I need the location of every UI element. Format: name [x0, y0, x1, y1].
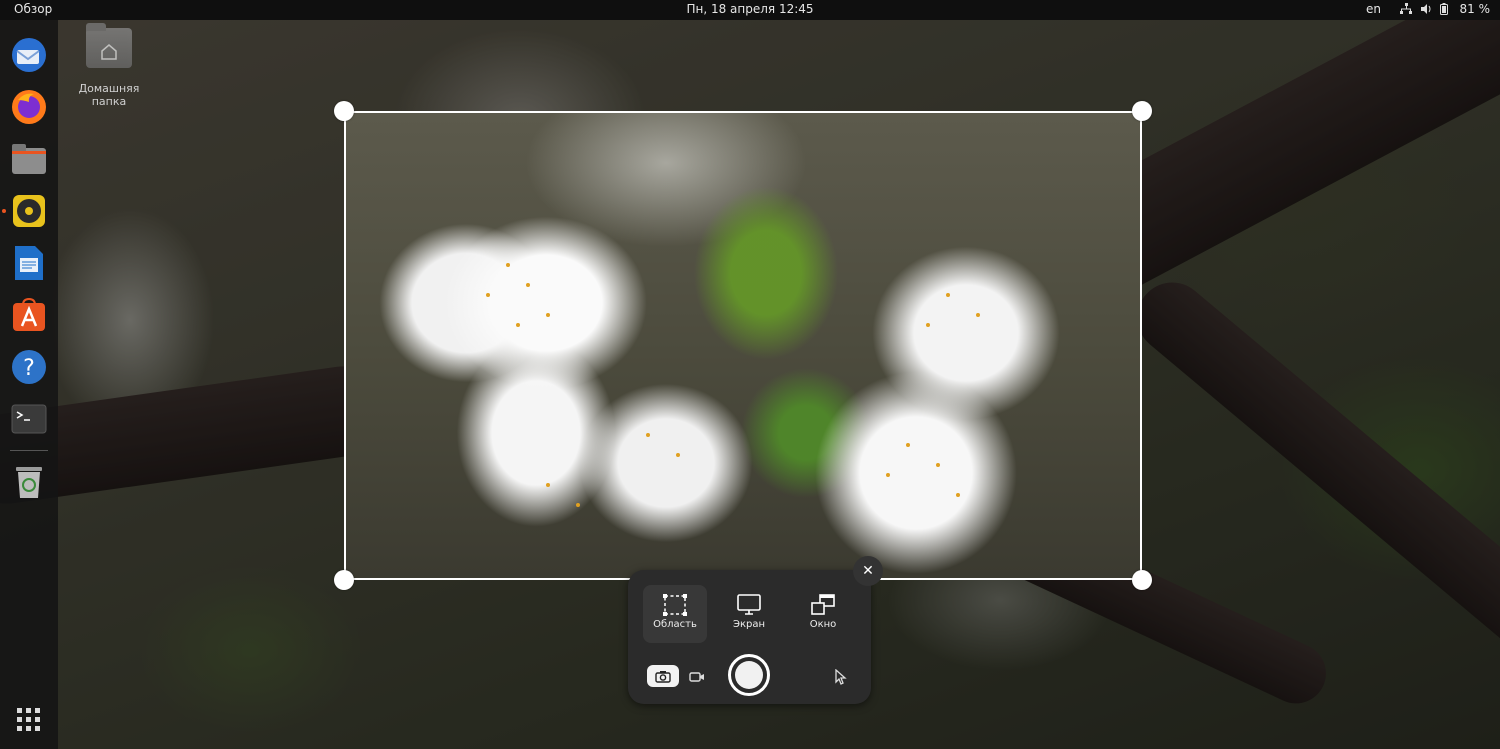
pointer-icon [835, 669, 847, 685]
mode-screen-button[interactable]: Экран [717, 585, 781, 643]
app-grid-icon[interactable] [9, 700, 49, 740]
screencast-toggle[interactable] [681, 665, 713, 687]
window-icon [811, 594, 835, 616]
screenshot-toggle[interactable] [647, 665, 679, 687]
battery-percentage: 81 % [1459, 2, 1491, 16]
selection-area[interactable] [344, 111, 1142, 580]
volume-icon [1420, 3, 1432, 15]
top-bar: Обзор Пн, 18 апреля 12:45 en 81 % [0, 0, 1500, 20]
mode-screen-label: Экран [732, 619, 766, 630]
firefox-icon[interactable] [9, 87, 49, 127]
dock: ? [0, 20, 58, 749]
home-folder-label: Домашняя папка [78, 82, 140, 108]
mode-area-button[interactable]: Область [643, 585, 707, 643]
screenshot-panel: Область Экран Окно [628, 570, 871, 704]
monitor-icon [737, 594, 761, 616]
terminal-icon[interactable] [9, 399, 49, 439]
files-icon[interactable] [9, 139, 49, 179]
selection-handle-bottom-left[interactable] [334, 570, 354, 590]
selection-handle-top-left[interactable] [334, 101, 354, 121]
help-icon[interactable]: ? [9, 347, 49, 387]
mode-area-label: Область [653, 619, 697, 630]
running-indicator [2, 209, 6, 213]
activities-button[interactable]: Обзор [14, 2, 52, 16]
svg-text:?: ? [23, 356, 35, 381]
thunderbird-icon[interactable] [9, 35, 49, 75]
area-select-icon [663, 594, 687, 616]
selection-handle-top-right[interactable] [1132, 101, 1152, 121]
camera-icon [655, 670, 671, 683]
capture-button[interactable] [728, 654, 770, 696]
clock-datetime[interactable]: Пн, 18 апреля 12:45 [686, 2, 813, 16]
desktop-screen: Обзор Пн, 18 апреля 12:45 en 81 % ? Дома… [0, 0, 1500, 749]
rhythmbox-icon[interactable] [9, 191, 49, 231]
dock-separator [10, 450, 48, 451]
software-icon[interactable] [9, 295, 49, 335]
battery-icon [1439, 3, 1452, 15]
home-folder-shortcut[interactable]: Домашняя папка [62, 23, 156, 108]
home-folder-icon [86, 23, 132, 68]
close-icon: ✕ [862, 563, 874, 579]
trash-icon[interactable] [9, 462, 49, 502]
language-indicator[interactable]: en [1366, 2, 1381, 16]
selection-handle-bottom-right[interactable] [1132, 570, 1152, 590]
mode-window-button[interactable]: Окно [791, 585, 855, 643]
video-camera-icon [689, 671, 704, 682]
mode-window-label: Окно [809, 619, 837, 630]
close-button[interactable]: ✕ [853, 556, 883, 586]
show-pointer-toggle[interactable] [830, 667, 852, 687]
network-icon [1399, 3, 1412, 15]
writer-icon[interactable] [9, 243, 49, 283]
system-tray[interactable]: 81 % [1399, 2, 1491, 16]
